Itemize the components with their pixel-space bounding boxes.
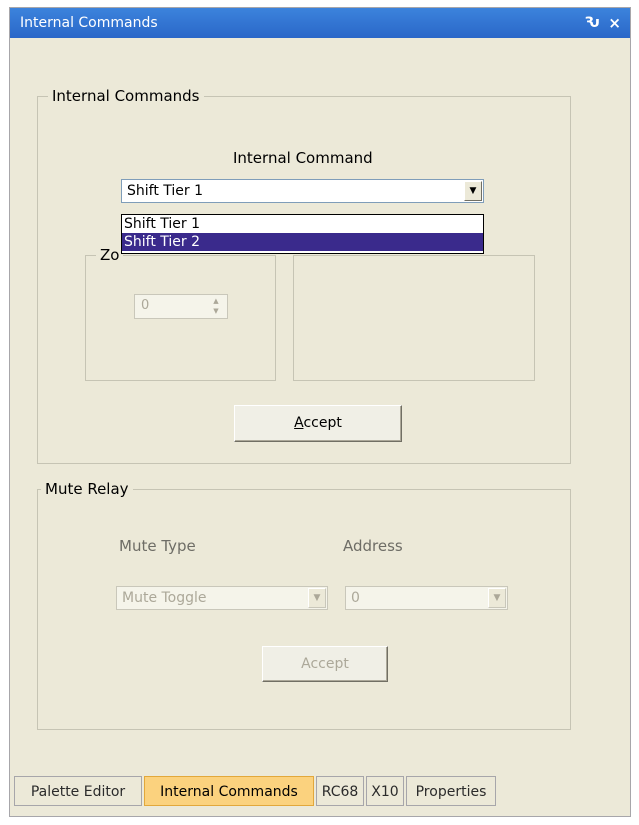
mute-relay-group: Mute Relay Mute Type Address Mute Toggle… [37, 480, 571, 730]
tab-label: X10 [371, 784, 399, 800]
internal-accept-button[interactable]: Accept [234, 405, 402, 442]
dropdown-arrow-icon[interactable]: ▼ [488, 588, 506, 608]
tab-label: Internal Commands [160, 784, 298, 800]
mute-type-label: Mute Type [119, 537, 196, 555]
internal-command-label: Internal Command [233, 149, 373, 167]
panel-titlebar[interactable]: Internal Commands Ԅ × [10, 8, 630, 38]
tab-internal-commands[interactable]: Internal Commands [144, 776, 314, 806]
panel-title: Internal Commands [20, 15, 158, 31]
spin-up-icon[interactable]: ▲ [207, 296, 225, 306]
mute-type-combo[interactable]: Mute Toggle ▼ [116, 586, 328, 610]
internal-commands-group: Internal Commands Internal Command Zo 0 … [37, 87, 571, 464]
spin-down-icon[interactable]: ▼ [207, 306, 225, 316]
tab-rc68[interactable]: RC68 [316, 776, 364, 806]
tab-palette-editor[interactable]: Palette Editor [14, 776, 142, 806]
tab-x10[interactable]: X10 [366, 776, 404, 806]
dropdown-arrow-icon[interactable]: ▼ [308, 588, 326, 608]
accept-label: ccept [303, 415, 342, 431]
zone-group: Zo 0 ▲ ▼ [85, 246, 276, 381]
close-icon[interactable]: × [608, 8, 621, 38]
mute-accept-button[interactable]: Accept [262, 646, 388, 682]
internal-commands-legend: Internal Commands [48, 87, 204, 105]
address-label: Address [343, 537, 403, 555]
internal-command-combo[interactable]: Shift Tier 1 ▼ [121, 179, 484, 203]
tab-label: RC68 [321, 784, 359, 800]
zone-legend: Zo [96, 246, 124, 264]
zone-spinner-value: 0 [141, 298, 150, 313]
address-combo[interactable]: 0 ▼ [345, 586, 508, 610]
tab-properties[interactable]: Properties [406, 776, 496, 806]
mute-accept-label: Accept [301, 656, 349, 672]
secondary-empty-group [293, 255, 535, 381]
internal-commands-panel: Internal Commands Ԅ × Internal Commands … [9, 7, 631, 817]
tab-label: Palette Editor [30, 784, 126, 800]
tab-label: Properties [415, 784, 487, 800]
dropdown-option-shift-tier-1[interactable]: Shift Tier 1 [122, 215, 483, 233]
mute-relay-legend: Mute Relay [41, 480, 133, 498]
mute-type-value: Mute Toggle [122, 590, 207, 606]
zone-spinner[interactable]: 0 ▲ ▼ [134, 294, 228, 319]
internal-command-value: Shift Tier 1 [127, 183, 204, 199]
internal-command-dropdown-list: Shift Tier 1 Shift Tier 2 [121, 214, 484, 254]
spinner-arrows[interactable]: ▲ ▼ [207, 296, 225, 317]
dropdown-arrow-icon[interactable]: ▼ [464, 181, 482, 201]
dropdown-option-shift-tier-2[interactable]: Shift Tier 2 [122, 233, 483, 251]
pin-icon[interactable]: Ԅ [584, 8, 600, 38]
address-value: 0 [351, 590, 360, 606]
